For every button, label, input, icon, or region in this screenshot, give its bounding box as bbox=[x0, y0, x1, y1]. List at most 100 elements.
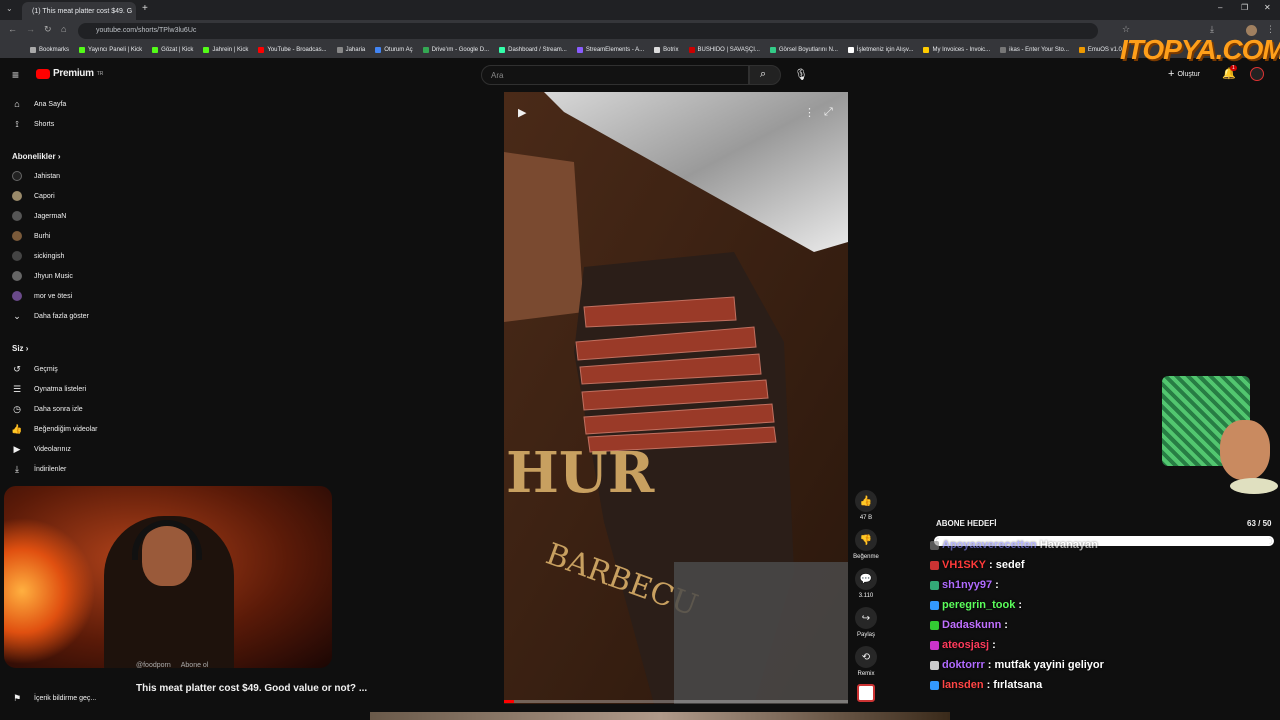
chat-text: Havanayan bbox=[1039, 539, 1098, 551]
search-button[interactable]: ⌕ bbox=[749, 65, 781, 85]
tab-search-icon[interactable]: ⌄ bbox=[6, 4, 13, 13]
bookmark-item[interactable]: ikas - Enter Your Sto... bbox=[1000, 47, 1069, 53]
search-icon: ⌕ bbox=[760, 68, 767, 80]
chat-text: : sedef bbox=[989, 559, 1025, 571]
bookmark-item[interactable]: Oturum Aç bbox=[375, 47, 413, 53]
sponsor-logo: ITOPYA.COM bbox=[1120, 34, 1280, 65]
close-window-button[interactable]: ✕ bbox=[1264, 3, 1271, 12]
bookmark-item[interactable]: Bookmarks bbox=[30, 47, 69, 53]
reload-icon[interactable]: ↻ bbox=[44, 24, 52, 35]
bookmark-item[interactable]: My Invoices - Invoic... bbox=[923, 47, 990, 53]
sidebar-item-subscription[interactable]: Burhi bbox=[12, 229, 50, 243]
youtube-logo[interactable]: Premium TR bbox=[36, 68, 103, 79]
fullscreen-icon[interactable]: ⤢ bbox=[824, 106, 833, 119]
bookmark-item[interactable]: StreamElements - A... bbox=[576, 47, 644, 53]
search-input[interactable]: Ara bbox=[481, 65, 749, 85]
progress-bar[interactable] bbox=[504, 700, 848, 703]
maximize-button[interactable]: ❐ bbox=[1241, 3, 1248, 12]
sidebar-item-history[interactable]: ↺ Geçmiş bbox=[12, 362, 58, 376]
cartoon-face bbox=[1220, 420, 1270, 480]
chat-message: lansden: fırlatsana bbox=[930, 679, 1042, 691]
account-avatar[interactable] bbox=[1250, 67, 1264, 81]
chat-message: Dadaskunn: bbox=[930, 619, 1008, 631]
create-button[interactable]: + Oluştur bbox=[1168, 68, 1200, 80]
back-icon[interactable]: ← bbox=[8, 24, 17, 34]
new-tab-button[interactable]: + bbox=[142, 3, 148, 14]
avatar bbox=[12, 291, 22, 301]
sidebar-item-subscription[interactable]: Jhyun Music bbox=[12, 269, 73, 283]
flag-icon: ⚑ bbox=[12, 692, 22, 703]
thumbs-up-icon: 👍 bbox=[855, 490, 877, 512]
bookmark-item[interactable]: Drive'ım - Google D... bbox=[422, 47, 489, 53]
bookmark-item[interactable]: BUSHIDO | SAVAŞÇI... bbox=[688, 47, 760, 53]
chat-text: : bbox=[1018, 599, 1023, 611]
sidebar-item-subscription[interactable]: sickingish bbox=[12, 249, 64, 263]
home-icon[interactable]: ⌂ bbox=[61, 24, 66, 34]
avatar bbox=[12, 211, 22, 221]
menu-icon[interactable]: ≡ bbox=[12, 68, 19, 82]
sidebar-item-shorts[interactable]: ⟟ Shorts bbox=[12, 117, 54, 131]
comment-icon: 💬 bbox=[855, 568, 877, 590]
sidebar-item-subscription[interactable]: JagermaN bbox=[12, 209, 66, 223]
minimize-button[interactable]: – bbox=[1218, 3, 1222, 12]
bookmark-item[interactable]: YouTube - Broadcas... bbox=[258, 47, 327, 53]
browser-tab-bar: ⌄ (1) This meat platter cost $49. G ✕ + … bbox=[0, 0, 1280, 20]
bookmark-item[interactable]: Yayıncı Paneli | Kick bbox=[79, 47, 142, 53]
chat-message: Apoyaaverecetten Havanayan bbox=[930, 539, 1098, 551]
bookmarks-bar: Bookmarks Yayıncı Paneli | Kick Gözat | … bbox=[0, 42, 1280, 58]
avatar bbox=[12, 171, 22, 181]
video-title[interactable]: This meat platter cost $49. Good value o… bbox=[136, 683, 367, 694]
chevron-down-icon: ⌄ bbox=[13, 310, 21, 321]
thumbs-down-icon: 👎 bbox=[855, 529, 877, 551]
shorts-icon: ⟟ bbox=[15, 118, 19, 129]
share-button[interactable]: ↪ Paylaş bbox=[853, 607, 879, 638]
chat-username: peregrin_took bbox=[942, 599, 1016, 611]
subscriptions-heading[interactable]: Abonelikler › bbox=[12, 152, 60, 161]
chat-username: sh1nyy97 bbox=[942, 579, 993, 591]
chat-text: : bbox=[992, 639, 996, 651]
bookmark-item[interactable]: İşletmeniz için Alışv... bbox=[847, 47, 913, 53]
plus-icon: + bbox=[1168, 68, 1175, 80]
chat-text: : mutfak yayini geliyor bbox=[987, 659, 1104, 671]
bookmark-item[interactable]: Jaharia bbox=[336, 47, 365, 53]
sidebar-item-subscription[interactable]: Capori bbox=[12, 189, 55, 203]
more-options-icon[interactable]: ⋮ bbox=[804, 106, 815, 119]
you-heading[interactable]: Siz › bbox=[12, 344, 28, 353]
bookmark-item[interactable]: EmuOS v1.0 bbox=[1078, 47, 1122, 53]
sidebar-item-downloads[interactable]: ⤓ İndirilenler bbox=[12, 462, 66, 476]
dislike-button[interactable]: 👎 Beğenme bbox=[853, 529, 879, 560]
short-video-player[interactable]: HUR BARBECU ▶ ⋮ ⤢ bbox=[504, 92, 848, 704]
chat-text: : bbox=[1004, 619, 1008, 631]
bookmark-item[interactable]: Jahrein | Kick bbox=[203, 47, 248, 53]
channel-handle[interactable]: @foodporn bbox=[136, 662, 171, 669]
browser-tab[interactable]: (1) This meat platter cost $49. G ✕ bbox=[22, 2, 136, 20]
sidebar-item-liked[interactable]: 👍 Beğendiğim videolar bbox=[11, 422, 97, 436]
bookmark-item[interactable]: Dashboard / Stream... bbox=[499, 47, 567, 53]
sidebar-item-playlists[interactable]: ☰ Oynatma listeleri bbox=[12, 382, 86, 396]
bookmark-item[interactable]: Botrix bbox=[654, 47, 679, 53]
bookmark-item[interactable]: Gözat | Kick bbox=[152, 47, 193, 53]
bookmark-item[interactable]: Görsel Boyutlarını N... bbox=[769, 47, 838, 53]
emote-avatar-overlay bbox=[1160, 370, 1278, 505]
play-icon[interactable]: ▶ bbox=[518, 106, 526, 119]
subscriber-goal-count: 63 / 50 bbox=[1247, 519, 1272, 528]
url-field[interactable]: youtube.com/shorts/TPlw3lu6Uc bbox=[78, 23, 1098, 39]
comments-button[interactable]: 💬 3.110 bbox=[853, 568, 879, 599]
voice-search-icon[interactable]: 🎙 bbox=[794, 68, 808, 81]
sidebar-item-report[interactable]: ⚑ İçerik bildirme geç... bbox=[12, 691, 96, 705]
sidebar-item-watch-later[interactable]: ◷ Daha sonra izle bbox=[12, 402, 83, 416]
remix-button[interactable]: ⟲ Remix bbox=[853, 646, 879, 677]
sidebar-item-subscription[interactable]: Jahistan bbox=[12, 169, 60, 183]
subscribe-button[interactable]: Abone ol bbox=[181, 662, 209, 669]
next-short-preview[interactable] bbox=[370, 712, 950, 720]
forward-icon[interactable]: → bbox=[26, 24, 35, 34]
chat-message: sh1nyy97: bbox=[930, 579, 999, 591]
sidebar-item-your-videos[interactable]: ▶ Videolarınız bbox=[12, 442, 71, 456]
like-button[interactable]: 👍 47 B bbox=[853, 490, 879, 521]
sidebar-item-subscription[interactable]: mor ve ötesi bbox=[12, 289, 72, 303]
channel-avatar[interactable] bbox=[857, 684, 875, 702]
sidebar-item-home[interactable]: ⌂ Ana Sayfa bbox=[12, 97, 66, 111]
playlists-icon: ☰ bbox=[12, 383, 22, 394]
show-more-button[interactable]: ⌄ Daha fazla göster bbox=[12, 309, 89, 323]
chat-username: Apoyaaverecetten bbox=[942, 539, 1037, 551]
